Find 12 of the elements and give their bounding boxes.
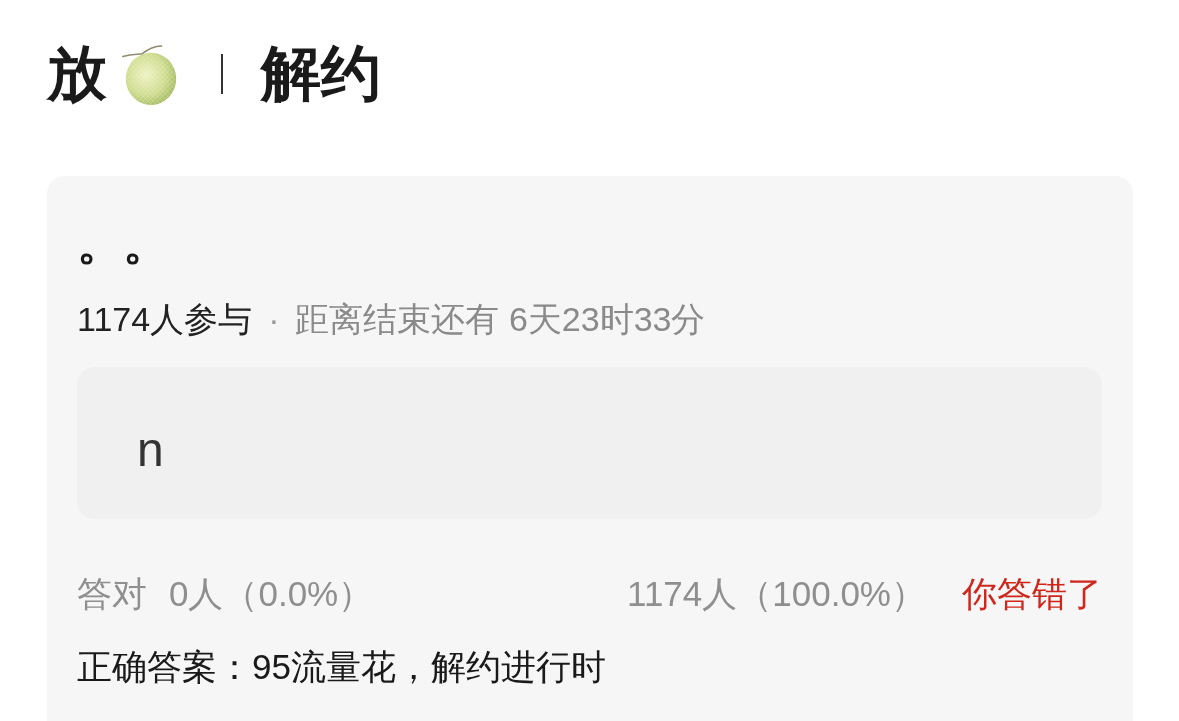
correct-answer-text: 正确答案：95流量花，解约进行时 bbox=[77, 646, 607, 688]
answer-option[interactable]: n bbox=[77, 367, 1102, 519]
result-label: 答对 bbox=[77, 573, 147, 615]
verdict-text: 你答错了 bbox=[962, 573, 1102, 615]
result-count: 0人（0.0%） bbox=[169, 573, 374, 615]
separator-dot: · bbox=[268, 299, 280, 340]
question-text: 。。 bbox=[77, 216, 169, 271]
result-count: 1174人（100.0%） bbox=[627, 573, 926, 615]
title-text: 放 bbox=[47, 39, 107, 109]
title-text: 解约 bbox=[261, 39, 381, 109]
participant-count: 1174人参与 bbox=[77, 299, 253, 340]
countdown-text: 距离结束还有 6天23时33分 bbox=[295, 299, 706, 340]
